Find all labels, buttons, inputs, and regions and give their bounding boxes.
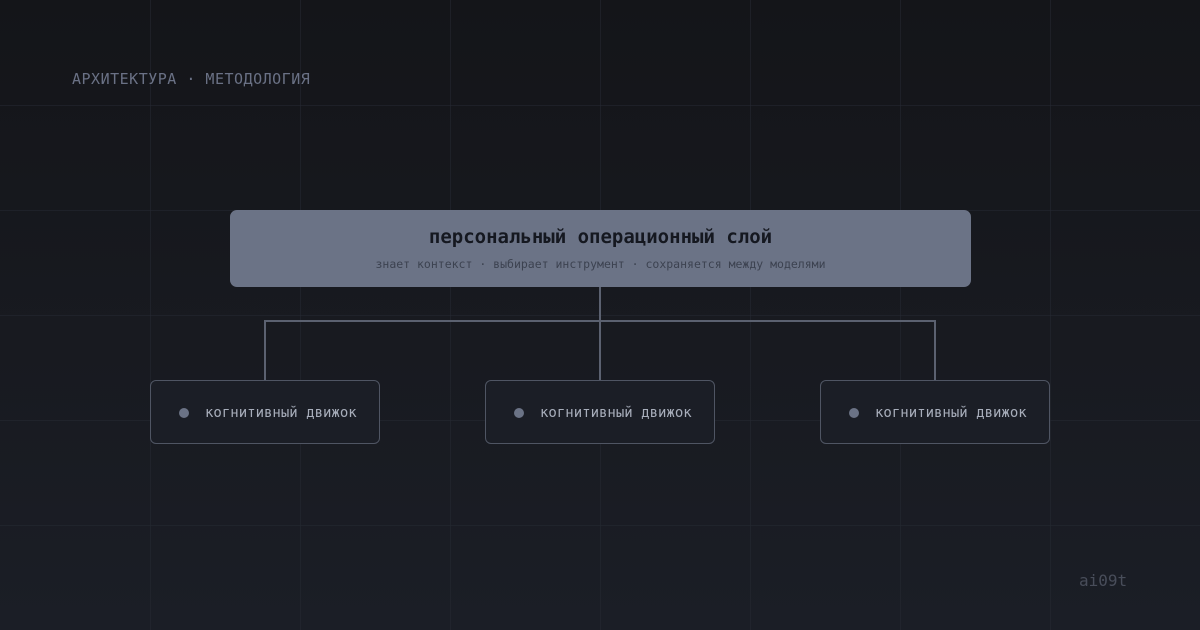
bullet-dot-icon	[514, 408, 524, 418]
connector-branch-center	[599, 320, 601, 381]
connector-trunk	[599, 287, 601, 321]
connector-branch-right	[934, 320, 936, 381]
grid-line	[0, 105, 1200, 106]
connector-branch-left	[264, 320, 266, 381]
eyebrow-label: АРХИТЕКТУРА · МЕТОДОЛОГИЯ	[72, 70, 311, 88]
engine-node-2: когнитивный движок	[485, 380, 715, 444]
engine-node-label: когнитивный движок	[875, 405, 1027, 421]
engine-node-label: когнитивный движок	[205, 405, 357, 421]
bullet-dot-icon	[849, 408, 859, 418]
engine-node-3: когнитивный движок	[820, 380, 1050, 444]
root-node: персональный операционный слой знает кон…	[230, 210, 971, 287]
watermark: ai09t	[1079, 571, 1128, 590]
root-node-title: персональный операционный слой	[428, 226, 773, 248]
root-node-subtitle: знает контекст · выбирает инструмент · с…	[375, 257, 826, 271]
bullet-dot-icon	[179, 408, 189, 418]
engine-node-1: когнитивный движок	[150, 380, 380, 444]
grid-line	[0, 525, 1200, 526]
engine-node-label: когнитивный движок	[540, 405, 692, 421]
